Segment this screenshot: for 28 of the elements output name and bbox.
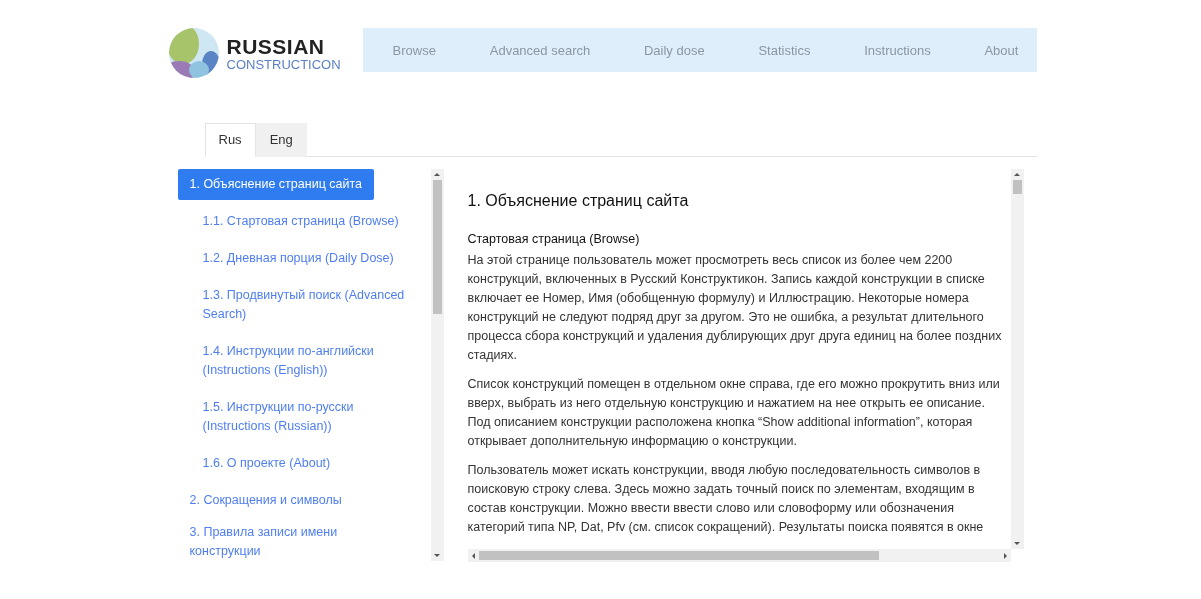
nav-link[interactable]: Instructions: [864, 42, 931, 58]
sidebar-subitem[interactable]: 1.3. Продвинутый поиск (Advanced Search): [177, 286, 411, 324]
horizontal-scrollbar[interactable]: [467, 549, 1011, 562]
sidebar-subitem[interactable]: 1.4. Инструкции по-английски (Instructions (English)): [177, 342, 411, 380]
sidebar-subitem[interactable]: 1.5. Инструкции по-русски (Instructions (Russian)): [177, 398, 411, 436]
nav-link[interactable]: Advanced search: [489, 42, 591, 58]
logo-subtitle: CONSTRUCTICON: [226, 57, 341, 71]
scrollbar[interactable]: [430, 169, 444, 561]
paragraph: Список конструкций помещен в отдельном окне справа, где его можно прокрутить вниз или вверх, выбрать из него отдельную конструкцию и нажатием на нее открыть ее описание. Под описанием конструкции расположена кнопка “Show additional information”, которая открывает дополнительную информацию о конструкции.: [467, 376, 1001, 450]
sidebar-subitem[interactable]: 1.1. Стартовая страница (Browse): [177, 212, 399, 231]
sidebar-subitem[interactable]: 1.2. Дневная порция (Daily Dose): [177, 249, 394, 268]
sidebar-item[interactable]: 1. Объяснение страниц сайта: [177, 169, 374, 200]
logo-title: RUSSIAN: [226, 35, 326, 57]
sidebar-item[interactable]: 2. Сокращения и символы: [177, 491, 342, 510]
language-tab[interactable]: Rus: [204, 123, 256, 157]
sidebar-subitem[interactable]: 1.6. О проекте (About): [177, 454, 331, 473]
language-tab[interactable]: Eng: [255, 123, 307, 157]
subsection-heading: Стартовая страница (Browse): [467, 232, 641, 246]
sidebar-item[interactable]: 3. Правила записи имени конструкции: [177, 523, 411, 561]
section-heading: 1. Объяснение страниц сайта: [467, 192, 690, 210]
nav-link[interactable]: Daily dose: [643, 42, 705, 58]
nav-link[interactable]: Statistics: [758, 42, 811, 58]
logo-icon: [168, 28, 219, 78]
nav-link[interactable]: About: [984, 42, 1019, 58]
paragraph: Пользователь может искать конструкции, вводя любую последовательность символов в поисковую строку слева. Здесь можно задать точный поиск по элементам, входящим в состав конструкции. Можно ввести ввести слово или словоформу или обозначения категорий типа NP, Dat, Pfv (см. список сокращений). Результаты поиска появятся в окне: [467, 462, 985, 536]
paragraph: На этой странице пользователь может просмотреть весь список из более чем 2200 конструкций, включенных в Русский Конструктикон. Запись каждой конструкции в списке включает ее Номер, Имя (обобщенную формулу) и Иллюстрацию. Некоторые номера конструкций не следуют подряд друг за другом. Это не ошибка, а результат длительного процесса сбора конструкций и удаления дублирующих друг друга единиц на более поздних стадиях.: [467, 252, 1003, 364]
nav-link[interactable]: Browse: [392, 42, 436, 58]
scrollbar[interactable]: [1010, 169, 1024, 549]
